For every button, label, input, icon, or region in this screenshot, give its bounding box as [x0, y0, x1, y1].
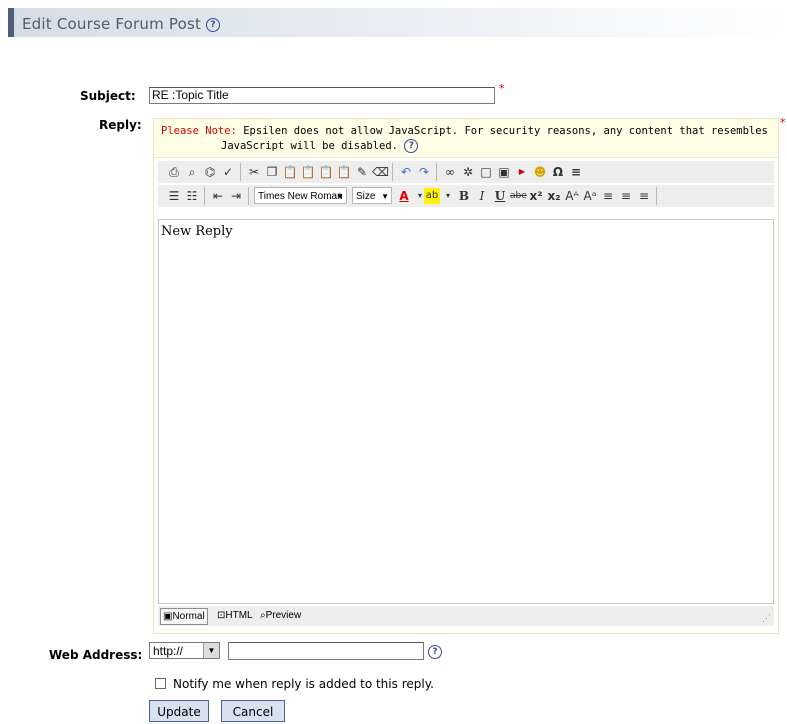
page-title: Edit Course Forum Post ?	[22, 15, 221, 33]
update-button[interactable]: Update	[149, 700, 209, 722]
chevron-down-icon: ▼	[336, 192, 344, 201]
mode-html-tab[interactable]: ⊡HTML	[215, 608, 255, 623]
page-header: Edit Course Forum Post ?	[8, 8, 787, 37]
align-left-icon[interactable]: ≡	[600, 188, 616, 204]
editor-content-area[interactable]: New Reply	[158, 219, 774, 604]
highlight-dropdown-icon[interactable]: ▾	[440, 188, 456, 204]
chevron-down-icon: ▼	[381, 192, 389, 201]
eraser-icon[interactable]: ⌫	[372, 164, 389, 180]
link-icon[interactable]: ∞	[442, 164, 458, 180]
print-icon[interactable]: ⎙	[166, 164, 182, 180]
web-address-label: Web Address:	[49, 648, 143, 662]
editor-mode-bar: ▣Normal ⊡HTML ⌕Preview ⋰	[158, 606, 774, 626]
special-char-icon[interactable]: Ω	[550, 164, 566, 180]
indent-icon[interactable]: ⇥	[228, 188, 244, 204]
notify-checkbox[interactable]	[155, 678, 166, 689]
highlight-color-icon[interactable]: ab	[424, 188, 440, 204]
web-address-help-icon[interactable]: ?	[428, 645, 442, 659]
editor-toolbar-row2: ☰ ☷ ⇤ ⇥ Times New Roman ▼ Size ▼ A ▾ ab ▾ …	[158, 185, 774, 207]
preview-icon[interactable]: ⌕	[184, 164, 200, 180]
chevron-down-icon: ▼	[203, 643, 219, 658]
protocol-select[interactable]: http://▼	[149, 642, 220, 659]
font-family-select[interactable]: Times New Roman ▼	[254, 187, 347, 204]
smiley-icon[interactable]: ☻	[532, 164, 548, 180]
paste-special-icon[interactable]: 📋	[336, 164, 352, 180]
notify-option: Notify me when reply is added to this re…	[155, 677, 434, 691]
unlink-icon[interactable]: ✲	[460, 164, 476, 180]
superscript-icon[interactable]: x²	[528, 188, 544, 204]
undo-icon[interactable]: ↶	[398, 164, 414, 180]
find-icon[interactable]: ⌬	[202, 164, 218, 180]
align-center-icon[interactable]: ≡	[618, 188, 634, 204]
subject-label: Subject:	[80, 89, 136, 103]
editor-toolbar-row1: ⎙ ⌕ ⌬ ✓ ✂ ❐ 📋 📋 📋 📋 ✎ ⌫ ↶ ↷ ∞ ✲ □ ▣ ▶ ☻ …	[158, 161, 774, 183]
align-right-icon[interactable]: ≡	[636, 188, 652, 204]
outdent-icon[interactable]: ⇤	[210, 188, 226, 204]
note-prefix: Please Note:	[161, 125, 237, 137]
resize-grip-icon[interactable]: ⋰	[762, 613, 771, 624]
reply-label: Reply:	[99, 118, 142, 132]
format-brush-icon[interactable]: ✎	[354, 164, 370, 180]
mode-preview-tab[interactable]: ⌕Preview	[258, 608, 303, 623]
rich-text-editor: Please Note: Epsilen does not allow Java…	[153, 118, 779, 634]
cancel-button[interactable]: Cancel	[221, 700, 285, 722]
javascript-note: Please Note: Epsilen does not allow Java…	[154, 119, 778, 158]
subscript-icon[interactable]: x₂	[546, 188, 562, 204]
decrease-font-icon[interactable]: Aᵃ	[582, 188, 598, 204]
help-icon[interactable]: ?	[206, 17, 221, 32]
header-accent-bar	[8, 8, 14, 37]
ordered-list-icon[interactable]: ☰	[166, 188, 182, 204]
web-address-input[interactable]	[228, 642, 424, 660]
copy-icon[interactable]: ❐	[264, 164, 280, 180]
bold-icon[interactable]: B	[456, 188, 472, 204]
strikethrough-icon[interactable]: abe	[510, 188, 527, 204]
note-text-line1: Epsilen does not allow JavaScript. For s…	[243, 125, 768, 137]
underline-icon[interactable]: U	[492, 188, 508, 204]
note-help-icon[interactable]: ?	[404, 139, 419, 153]
paste-word-icon[interactable]: 📋	[318, 164, 334, 180]
text-color-icon[interactable]: A	[396, 188, 412, 204]
paste-icon[interactable]: 📋	[282, 164, 298, 180]
unordered-list-icon[interactable]: ☷	[184, 188, 200, 204]
subject-input[interactable]	[149, 87, 495, 104]
image-icon[interactable]: ▣	[496, 164, 512, 180]
redo-icon[interactable]: ↷	[416, 164, 432, 180]
mode-normal-tab[interactable]: ▣Normal	[160, 608, 208, 625]
subject-required-marker: *	[499, 82, 505, 95]
new-document-icon[interactable]: □	[478, 164, 494, 180]
italic-icon[interactable]: I	[474, 188, 490, 204]
horizontal-rule-icon[interactable]: ≡	[568, 164, 584, 180]
notify-label: Notify me when reply is added to this re…	[173, 677, 434, 691]
paste-text-icon[interactable]: 📋	[300, 164, 316, 180]
spellcheck-icon[interactable]: ✓	[220, 164, 236, 180]
cut-icon[interactable]: ✂	[246, 164, 262, 180]
reply-required-marker: *	[780, 116, 786, 129]
editor-content: New Reply	[161, 224, 233, 239]
note-text-line2: JavaScript will be disabled.	[221, 140, 399, 152]
font-size-select[interactable]: Size ▼	[352, 187, 392, 204]
youtube-icon[interactable]: ▶	[514, 164, 530, 180]
increase-font-icon[interactable]: Aᴬ	[564, 188, 580, 204]
